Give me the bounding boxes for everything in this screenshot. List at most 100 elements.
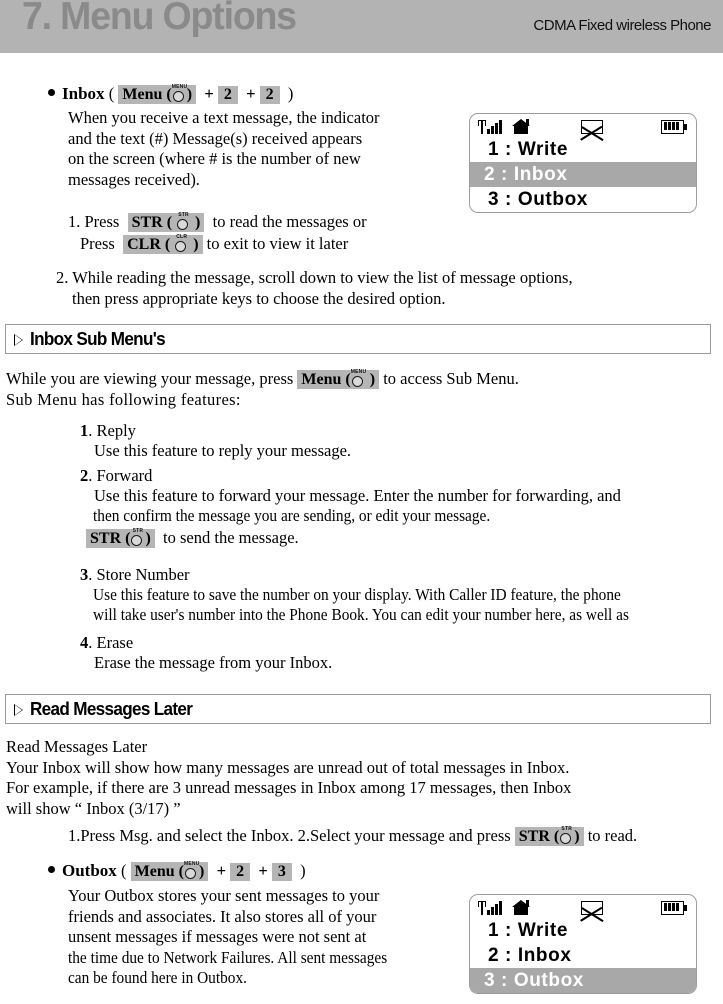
step2-line: 2. While reading the message, scroll dow… <box>56 268 573 287</box>
menu-key-chip-submenu[interactable]: Menu (MENU ) <box>297 370 380 389</box>
outbox-desc-line: unsent messages if messages were not sen… <box>68 927 367 946</box>
inbox-desc-line: on the screen (where # is the number of … <box>68 149 361 168</box>
bullet-dot-icon <box>48 89 55 96</box>
read-later-body: Read Messages Later Your Inbox will show… <box>6 737 571 819</box>
item-line: Use this feature to forward your message… <box>94 486 621 505</box>
sub-menu-item-1: 1. Reply Use this feature to reply your … <box>80 421 352 460</box>
key-2-chip-a[interactable]: 2 <box>217 86 238 104</box>
plus-sign-2: + <box>258 861 268 880</box>
key-3-chip[interactable]: 3 <box>271 863 292 881</box>
menu-key-label: Menu <box>122 86 163 103</box>
item-line: then confirm the message you are sending… <box>93 506 491 525</box>
section-title: Read Messages Later <box>30 699 193 719</box>
signal-icon <box>478 901 502 915</box>
page-title: 7. Menu Options <box>22 0 297 38</box>
phone-menu-row[interactable]: 3 : Outbox <box>470 187 696 212</box>
str-key-icon: STR <box>130 529 145 546</box>
item-line: will take user's number into the Phone B… <box>93 605 629 624</box>
item-line: Use this feature to reply your message. <box>94 441 352 460</box>
phone-menu-row[interactable]: 2 : Inbox <box>470 943 696 968</box>
step1-press2-label: Press <box>80 234 115 253</box>
str-key-chip-read[interactable]: STR (STR) <box>514 827 584 846</box>
menu-key-icon: MENU <box>172 85 187 102</box>
triangle-bullet-inner <box>15 705 22 715</box>
phone-menu-row[interactable]: 1 : Write <box>470 918 696 943</box>
sub-menu-item-2: 2. Forward Use this feature to forward y… <box>80 466 621 548</box>
str-after-text: to send the message. <box>163 528 299 547</box>
inbox-step-2: 2. While reading the message, scroll dow… <box>56 268 573 309</box>
menu-key-icon: MENU <box>351 370 366 387</box>
menu-key-chip-outbox[interactable]: Menu (MENU) <box>130 862 209 881</box>
envelope-icon <box>580 120 604 141</box>
key-2-chip[interactable]: 2 <box>230 863 251 881</box>
inbox-desc-line: When you receive a text message, the ind… <box>68 108 380 127</box>
str-key-icon: STR <box>176 213 191 230</box>
item-title: Store Number <box>96 565 190 584</box>
inbox-description: When you receive a text message, the ind… <box>68 108 380 190</box>
item-number: 2 <box>80 466 89 485</box>
read-later-line: Your Inbox will show how many messages a… <box>6 757 570 777</box>
plus-sign-2: + <box>246 84 256 103</box>
phone-display-outbox: 1 : Write 2 : Inbox 3 : Outbox <box>469 894 697 994</box>
battery-icon <box>661 120 687 134</box>
str-key-label: STR <box>131 214 163 231</box>
signal-icon <box>478 120 502 134</box>
str-key-chip[interactable]: STR ( STR ) <box>127 213 205 232</box>
sub-menu-intro-post: to access Sub Menu. <box>383 369 519 388</box>
read-later-steps: 1.Press Msg. and select the Inbox. 2.Sel… <box>68 826 637 846</box>
outbox-desc-line: the time due to Network Failures. All se… <box>68 947 388 967</box>
plus-sign-1: + <box>216 861 226 880</box>
sub-menu-intro: While you are viewing your message, pres… <box>6 369 519 410</box>
item-title: Reply <box>96 421 136 440</box>
inbox-heading-label: Inbox <box>62 84 105 103</box>
outbox-description: Your Outbox stores your sent messages to… <box>68 886 411 989</box>
phone-menu-row-selected[interactable]: 3 : Outbox <box>470 968 696 993</box>
phone-menu-row[interactable]: 1 : Write <box>470 137 696 162</box>
key-2-chip-b[interactable]: 2 <box>259 86 280 104</box>
step1-press-label: 1. Press <box>68 212 120 231</box>
read-later-steps-post: to read. <box>587 826 638 845</box>
step1-after-clr: to exit to view it later <box>206 234 349 253</box>
outbox-desc-line: Your Outbox stores your sent messages to… <box>68 886 380 905</box>
inbox-desc-line: and the text (#) Message(s) received app… <box>68 128 363 148</box>
menu-key-label: Menu <box>301 371 342 388</box>
page-header-band: 7. Menu Options CDMA Fixed wireless Phon… <box>0 0 723 53</box>
battery-icon <box>661 901 687 915</box>
outbox-heading: Outbox ( Menu (MENU) + 2 + 3 ) <box>48 861 306 881</box>
clr-key-chip[interactable]: CLR ( CLR ) <box>123 235 203 254</box>
header-subtitle: CDMA Fixed wireless Phone <box>533 17 711 34</box>
phone-statusbar <box>470 116 696 141</box>
inbox-heading: Inbox ( Menu (MENU) + 2 + 2 ) <box>48 84 293 104</box>
outbox-desc-line: can be found here in Outbox. <box>68 968 247 987</box>
inbox-desc-line: messages received). <box>68 169 200 189</box>
read-later-steps-pre: 1.Press Msg. and select the Inbox. 2.Sel… <box>68 826 511 845</box>
item-number: 1 <box>80 421 89 440</box>
home-icon <box>512 900 530 915</box>
clr-key-label: CLR <box>127 236 161 253</box>
str-key-label: STR <box>518 828 550 845</box>
phone-display-inbox: 1 : Write 2 : Inbox 3 : Outbox <box>469 113 697 213</box>
sub-menu-intro-pre: While you are viewing your message, pres… <box>6 369 294 388</box>
step1-after-str: to read the messages or <box>212 212 367 231</box>
envelope-icon <box>580 901 604 922</box>
read-later-line: will show “ Inbox (3/17) ” <box>6 798 181 818</box>
section-header-read-messages-later: Read Messages Later <box>5 694 711 724</box>
triangle-bullet-inner <box>15 335 22 345</box>
paren-close: ) <box>300 861 306 880</box>
sub-menu-item-4: 4. Erase Erase the message from your Inb… <box>80 633 333 672</box>
phone-menu-row-selected[interactable]: 2 : Inbox <box>470 162 696 187</box>
str-key-chip-forward[interactable]: STR (STR) <box>86 529 155 548</box>
phone-statusbar <box>470 897 696 922</box>
paren-close: ) <box>287 84 294 103</box>
clr-key-icon: CLR <box>174 235 189 252</box>
menu-key-label: Menu <box>134 863 175 880</box>
read-later-line: Read Messages Later <box>6 737 148 756</box>
item-title: Forward <box>96 466 153 485</box>
item-line: Erase the message from your Inbox. <box>94 653 333 672</box>
item-title: Erase <box>96 633 134 652</box>
home-icon <box>512 119 530 134</box>
menu-key-icon: MENU <box>184 862 199 879</box>
menu-key-chip[interactable]: Menu (MENU) <box>118 85 197 104</box>
outbox-desc-line: friends and associates. It also stores a… <box>68 906 377 926</box>
sub-menu-item-3: 3. Store Number Use this feature to save… <box>80 565 629 624</box>
